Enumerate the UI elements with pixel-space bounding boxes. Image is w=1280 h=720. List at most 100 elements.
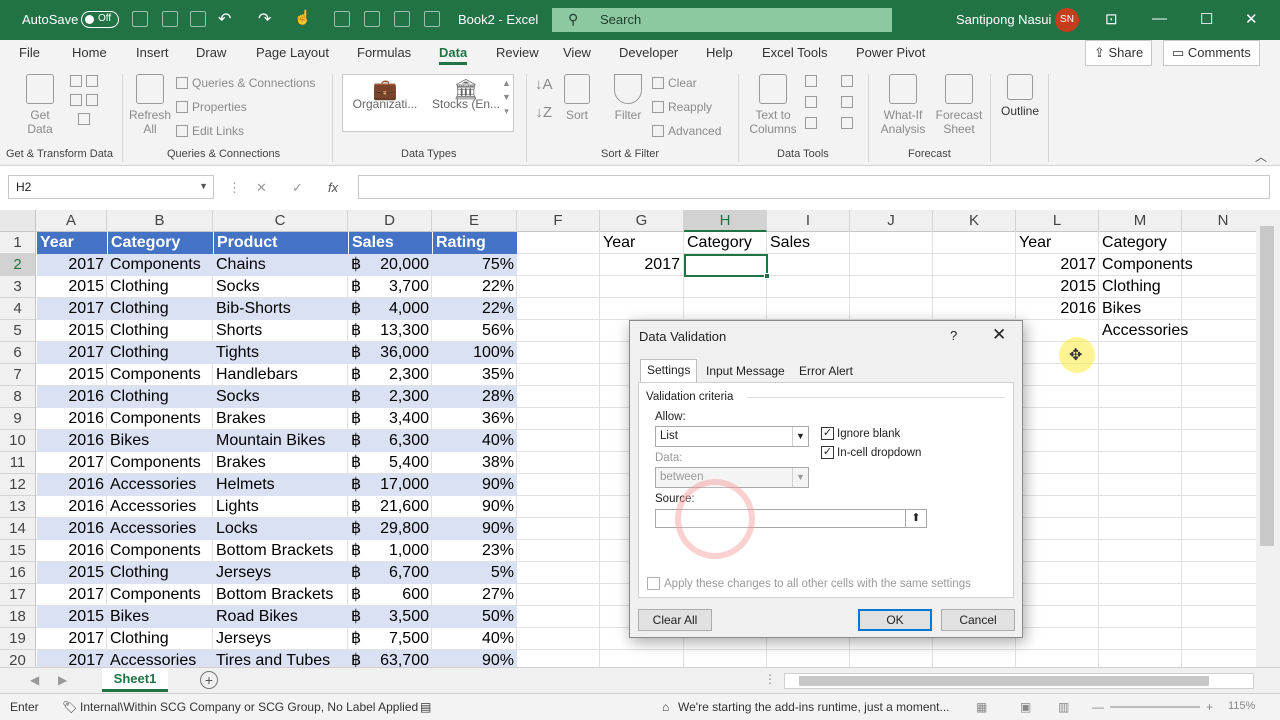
sort-button[interactable]: Sort [562,74,592,122]
ok-button[interactable]: OK [858,609,932,631]
year-cell[interactable]: 2016 [36,386,107,408]
worksheet-grid[interactable]: ABCDEFGHIJKLMN 1 2 3 4 5 6 7 8 9 10 11 12 13 14 15 16 17… [0,210,1256,667]
tab-power-pivot[interactable]: Power Pivot [856,45,925,60]
accessibility-icon[interactable]: ▤ [420,700,431,714]
recent-sources-icon[interactable] [86,94,98,106]
product-cell[interactable]: Locks [213,518,348,540]
zoom-in-icon[interactable]: + [1206,700,1213,714]
consolidate-icon[interactable] [841,75,853,87]
normal-view-icon[interactable]: ▦ [976,700,987,714]
category-cell[interactable]: Clothing [107,342,213,364]
stocks-type[interactable]: 🏛 Stocks (En... [427,80,505,111]
comments-button[interactable]: ▭ Comments [1163,40,1260,66]
product-cell[interactable]: Helmets [213,474,348,496]
row-header[interactable]: 6 [0,342,36,364]
tab-formulas[interactable]: Formulas [357,45,411,60]
category-cell[interactable]: Accessories [107,518,213,540]
save-icon[interactable] [190,11,206,27]
product-cell[interactable]: Brakes [213,408,348,430]
year-cell[interactable]: 2015 [36,364,107,386]
year-cell[interactable]: 2017 [36,584,107,606]
name-box[interactable]: H2 ▼ [8,175,214,199]
category-cell[interactable]: Clothing [107,628,213,650]
rating-cell[interactable]: 28% [432,386,517,408]
year-cell[interactable]: 2016 [36,430,107,452]
tab-error-alert[interactable]: Error Alert [793,361,859,383]
column-header-j[interactable]: J [850,210,933,232]
scroll-sheets-left-icon[interactable]: ◀ [30,673,39,687]
list-category-header[interactable]: Category [1099,232,1249,254]
year-cell[interactable]: 2017 [36,342,107,364]
table-header-cell[interactable]: Rating [433,232,517,254]
year-cell[interactable]: 2017 [36,650,107,667]
scroll-sheets-right-icon[interactable]: ▶ [58,673,67,687]
category-cell[interactable]: Components [107,408,213,430]
insert-function-icon[interactable]: fx [328,180,338,195]
year-cell[interactable]: 2016 [36,496,107,518]
category-cell[interactable]: Bikes [107,430,213,452]
sales-cell[interactable]: 600 [362,584,432,606]
close-icon[interactable]: ✕ [1245,10,1258,28]
zoom-slider[interactable] [1110,706,1200,708]
ignore-blank-checkbox[interactable]: ✓ [821,427,834,440]
category-cell[interactable]: Components [107,584,213,606]
row-header[interactable]: 19 [0,628,36,650]
row-header[interactable]: 2 [0,254,36,276]
what-if-button[interactable]: What-If Analysis [874,74,932,136]
product-cell[interactable]: Chains [213,254,348,276]
confirm-entry-icon[interactable]: ✓ [292,180,303,196]
product-cell[interactable]: Shorts [213,320,348,342]
product-cell[interactable]: Road Bikes [213,606,348,628]
year-cell[interactable]: 2016 [36,474,107,496]
refresh-all-button[interactable]: Refresh All [128,74,172,136]
rating-cell[interactable]: 22% [432,276,517,298]
year-cell[interactable]: 2017 [36,452,107,474]
sales-cell[interactable]: 6,700 [362,562,432,584]
properties-button[interactable]: Properties [176,100,247,114]
relationships-icon[interactable] [841,96,853,108]
new-file-icon[interactable] [162,11,178,27]
tab-data[interactable]: Data [439,45,468,65]
maximize-icon[interactable]: ☐ [1200,10,1213,28]
table-header-cell[interactable]: Product [214,232,348,254]
category-cell[interactable]: Clothing [107,320,213,342]
outline-button[interactable]: Outline [998,74,1042,118]
column-header-n[interactable]: N [1182,210,1256,232]
product-cell[interactable]: Brakes [213,452,348,474]
category-cell[interactable]: Clothing [107,276,213,298]
clear-button[interactable]: Clear [652,76,697,90]
rating-cell[interactable]: 50% [432,606,517,628]
sales-cell[interactable]: 36,000 [362,342,432,364]
collapse-dialog-icon[interactable]: ⬆ [905,510,926,527]
data-model-icon[interactable] [841,117,853,129]
help-icon[interactable]: ? [950,328,957,343]
product-cell[interactable]: Tights [213,342,348,364]
select-all-corner[interactable] [0,210,36,232]
tab-home[interactable]: Home [72,45,107,60]
category-cell[interactable]: Components [107,364,213,386]
column-header-m[interactable]: M [1099,210,1182,232]
page-break-view-icon[interactable]: ▥ [1058,700,1069,714]
row-header[interactable]: 14 [0,518,36,540]
autosave-toggle[interactable]: Off [81,11,119,28]
sales-cell[interactable]: 29,800 [362,518,432,540]
sales-cell[interactable]: 5,400 [362,452,432,474]
column-header-h[interactable]: H [684,210,767,232]
column-header-k[interactable]: K [933,210,1016,232]
column-header-c[interactable]: C [213,210,348,232]
advanced-button[interactable]: Advanced [652,124,721,138]
year-cell[interactable]: 2017 [36,628,107,650]
list-category-item[interactable]: Accessories [1099,320,1249,342]
tab-help[interactable]: Help [706,45,733,60]
in-cell-dropdown-checkbox[interactable]: ✓ [821,446,834,459]
rating-cell[interactable]: 36% [432,408,517,430]
list-category-item[interactable]: Components [1099,254,1249,276]
product-cell[interactable]: Socks [213,386,348,408]
from-web-icon[interactable] [86,75,98,87]
queries-connections-button[interactable]: Queries & Connections [176,76,315,90]
row-header[interactable]: 12 [0,474,36,496]
column-header-i[interactable]: I [767,210,850,232]
criteria-sales-header[interactable]: Sales [767,232,850,254]
rating-cell[interactable]: 100% [432,342,517,364]
filter-button[interactable]: Filter [610,74,646,122]
